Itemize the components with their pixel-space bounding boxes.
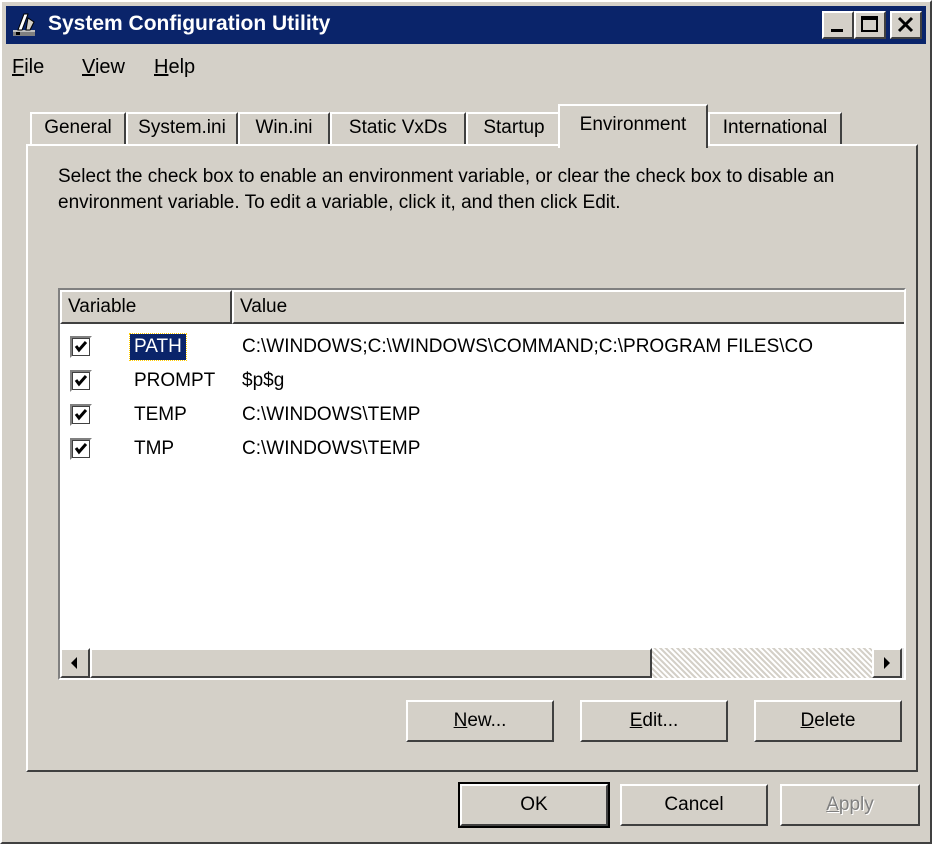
row-value: C:\WINDOWS;C:\WINDOWS\COMMAND;C:\PROGRAM… — [242, 336, 814, 357]
scroll-right-icon — [884, 657, 890, 669]
scroll-left-icon — [71, 657, 77, 669]
delete-button[interactable]: Delete — [754, 700, 902, 742]
tab-startup[interactable]: Startup — [466, 112, 562, 144]
row-checkbox[interactable] — [70, 404, 92, 426]
row-variable[interactable]: PROMPT — [130, 368, 219, 394]
apply-button-accel: A — [826, 794, 839, 815]
check-icon — [74, 375, 88, 387]
cancel-button[interactable]: Cancel — [620, 784, 768, 826]
tab-win-ini[interactable]: Win.ini — [238, 112, 330, 144]
column-header-variable[interactable]: Variable — [60, 290, 232, 324]
new-button-label: ew... — [467, 710, 507, 731]
new-button-accel: N — [453, 710, 468, 731]
row-checkbox[interactable] — [70, 438, 92, 460]
maximize-icon — [861, 16, 878, 32]
edit-button-accel: E — [629, 710, 643, 731]
environment-list[interactable]: Variable Value PATH C:\WINDOWS;C:\WINDOW… — [58, 288, 906, 680]
menu-view-label: iew — [94, 56, 125, 78]
minimize-button[interactable] — [822, 11, 854, 39]
list-row[interactable]: TEMP C:\WINDOWS\TEMP — [60, 398, 904, 432]
tab-international[interactable]: International — [708, 112, 842, 144]
menu-file-label: ile — [24, 56, 45, 78]
row-value: C:\WINDOWS\TEMP — [242, 438, 421, 459]
apply-button-text: pply — [838, 794, 874, 815]
column-header-value[interactable]: Value — [232, 290, 904, 324]
row-value: $p$g — [242, 370, 285, 391]
check-icon — [74, 341, 88, 353]
tab-environment[interactable]: Environment — [558, 104, 708, 148]
window-title: System Configuration Utility — [48, 12, 331, 35]
edit-button[interactable]: Edit... — [580, 700, 728, 742]
scroll-track[interactable] — [652, 648, 872, 678]
menu-help-accel: H — [154, 56, 169, 78]
scroll-right-button[interactable] — [872, 648, 902, 678]
tab-strip: General System.ini Win.ini Static VxDs S… — [30, 104, 910, 148]
close-icon — [897, 16, 914, 33]
app-icon — [13, 13, 35, 36]
menu-file-accel: F — [12, 56, 25, 78]
tab-general[interactable]: General — [30, 112, 126, 144]
description-text: Select the check box to enable an enviro… — [58, 166, 835, 213]
list-row[interactable]: PATH C:\WINDOWS;C:\WINDOWS\COMMAND;C:\PR… — [60, 330, 904, 364]
row-checkbox[interactable] — [70, 370, 92, 392]
menu-help-label: elp — [168, 56, 196, 78]
scroll-left-button[interactable] — [60, 648, 90, 678]
check-icon — [74, 409, 88, 421]
apply-button-label: Apply — [826, 794, 874, 815]
scroll-thumb[interactable] — [90, 648, 652, 678]
row-variable[interactable]: PATH — [129, 333, 187, 361]
row-value: C:\WINDOWS\TEMP — [242, 404, 421, 425]
menu-bar: File View Help — [6, 50, 926, 84]
list-row[interactable]: TMP C:\WINDOWS\TEMP — [60, 432, 904, 466]
tab-system-ini[interactable]: System.ini — [126, 112, 238, 144]
new-button[interactable]: New... — [406, 700, 554, 742]
list-row[interactable]: PROMPT $p$g — [60, 364, 904, 398]
tab-static-vxds[interactable]: Static VxDs — [330, 112, 466, 144]
row-variable[interactable]: TMP — [130, 436, 178, 462]
delete-button-label: elete — [814, 710, 856, 731]
menu-view[interactable]: View — [82, 56, 125, 79]
row-variable[interactable]: TEMP — [130, 402, 191, 428]
maximize-button[interactable] — [854, 11, 886, 39]
apply-button[interactable]: Apply — [780, 784, 920, 826]
edit-button-label: dit... — [642, 710, 679, 731]
title-bar[interactable]: System Configuration Utility — [6, 6, 926, 44]
menu-file[interactable]: File — [12, 56, 44, 79]
delete-button-accel: D — [800, 710, 815, 731]
check-icon — [74, 443, 88, 455]
horizontal-scrollbar[interactable] — [60, 648, 904, 678]
minimize-icon — [831, 29, 843, 32]
close-button[interactable] — [890, 11, 922, 39]
ok-button[interactable]: OK — [458, 782, 610, 828]
list-header: Variable Value — [60, 290, 904, 324]
menu-view-accel: V — [82, 56, 95, 78]
menu-help[interactable]: Help — [154, 56, 195, 79]
row-checkbox[interactable] — [70, 336, 92, 358]
dialog-window: System Configuration Utility File View H… — [0, 0, 932, 844]
